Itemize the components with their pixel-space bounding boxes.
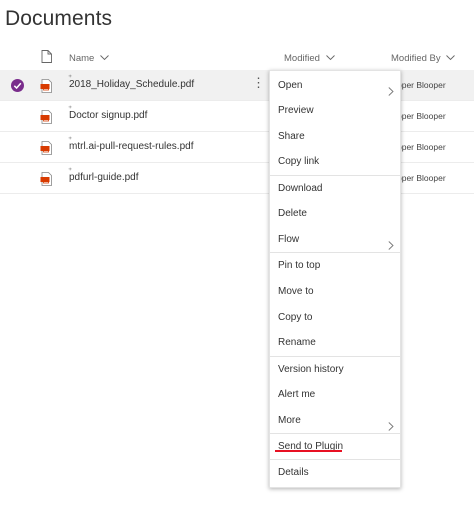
menu-item-open[interactable]: Open bbox=[270, 73, 400, 98]
file-name[interactable]: mtrl.ai-pull-request-rules.pdf bbox=[69, 141, 194, 152]
menu-item-alert-me-label: Alert me bbox=[278, 389, 316, 400]
column-header-name-label: Name bbox=[69, 53, 95, 65]
menu-item-preview-label: Preview bbox=[278, 105, 314, 116]
menu-item-copy-to-label: Copy to bbox=[278, 312, 313, 323]
pdf-file-icon bbox=[40, 141, 53, 160]
file-type-column-icon[interactable] bbox=[41, 50, 52, 68]
file-name[interactable]: 2018_Holiday_Schedule.pdf bbox=[69, 79, 194, 90]
modified-by: oper Blooper bbox=[397, 80, 446, 90]
menu-item-move-to-label: Move to bbox=[278, 286, 314, 297]
menu-item-copy-link[interactable]: Copy link bbox=[270, 149, 400, 174]
column-header-modified-by-label: Modified By bbox=[391, 53, 441, 65]
menu-item-download[interactable]: Download bbox=[270, 176, 400, 201]
modified-by: oper Blooper bbox=[397, 111, 446, 121]
table-row[interactable]: ⁺ mtrl.ai-pull-request-rules.pdf oper Bl… bbox=[0, 132, 474, 163]
column-header-name[interactable]: Name bbox=[69, 53, 109, 64]
chevron-down-icon bbox=[325, 53, 335, 64]
table-row[interactable]: ⁺ 2018_Holiday_Schedule.pdf ⋮ oper Bloop… bbox=[0, 70, 474, 101]
modified-by: oper Blooper bbox=[397, 142, 446, 152]
more-options-icon[interactable]: ⋮ bbox=[252, 76, 265, 90]
menu-item-more-label: More bbox=[278, 415, 301, 426]
menu-item-rename-label: Rename bbox=[278, 337, 316, 348]
menu-item-rename[interactable]: Rename bbox=[270, 330, 400, 355]
table-row[interactable]: ⁺ Doctor signup.pdf oper Blooper bbox=[0, 101, 474, 132]
highlight-underline bbox=[275, 450, 342, 452]
modified-by: oper Blooper bbox=[397, 173, 446, 183]
column-header-modified-label: Modified bbox=[284, 53, 320, 65]
menu-item-send-to-plugin[interactable]: Send to Plugin bbox=[270, 434, 400, 459]
chevron-down-icon bbox=[100, 53, 109, 64]
page-title: Documents bbox=[5, 7, 113, 30]
file-name[interactable]: Doctor signup.pdf bbox=[69, 110, 147, 121]
pdf-file-icon bbox=[40, 79, 53, 98]
menu-item-more[interactable]: More bbox=[270, 408, 400, 433]
chevron-down-icon bbox=[446, 53, 456, 64]
menu-item-version-history[interactable]: Version history bbox=[270, 357, 400, 382]
pdf-file-icon bbox=[40, 172, 53, 191]
menu-item-copy-link-label: Copy link bbox=[278, 156, 320, 167]
menu-item-download-label: Download bbox=[278, 183, 323, 194]
selected-checkmark-icon[interactable] bbox=[11, 79, 24, 97]
file-name[interactable]: pdfurl-guide.pdf bbox=[69, 172, 139, 183]
menu-item-version-history-label: Version history bbox=[278, 364, 344, 375]
menu-item-flow[interactable]: Flow bbox=[270, 227, 400, 252]
menu-item-share[interactable]: Share bbox=[270, 124, 400, 149]
context-menu: Open Preview Share Copy link Download De… bbox=[269, 70, 401, 488]
menu-item-flow-label: Flow bbox=[278, 234, 300, 245]
menu-item-alert-me[interactable]: Alert me bbox=[270, 382, 400, 407]
menu-item-preview[interactable]: Preview bbox=[270, 98, 400, 123]
menu-item-delete-label: Delete bbox=[278, 208, 307, 219]
menu-item-open-label: Open bbox=[278, 80, 303, 91]
menu-item-pin-to-top[interactable]: Pin to top bbox=[270, 253, 400, 278]
menu-item-details[interactable]: Details bbox=[270, 460, 400, 485]
column-header-modified[interactable]: Modified bbox=[284, 53, 335, 64]
pdf-file-icon bbox=[40, 110, 53, 129]
menu-item-move-to[interactable]: Move to bbox=[270, 279, 400, 304]
table-row[interactable]: ⁺ pdfurl-guide.pdf oper Blooper bbox=[0, 163, 474, 194]
menu-item-copy-to[interactable]: Copy to bbox=[270, 305, 400, 330]
column-header-modified-by[interactable]: Modified By bbox=[391, 53, 456, 65]
menu-item-delete[interactable]: Delete bbox=[270, 201, 400, 226]
menu-item-pin-to-top-label: Pin to top bbox=[278, 260, 321, 271]
menu-item-details-label: Details bbox=[278, 467, 309, 478]
menu-item-share-label: Share bbox=[278, 131, 305, 142]
